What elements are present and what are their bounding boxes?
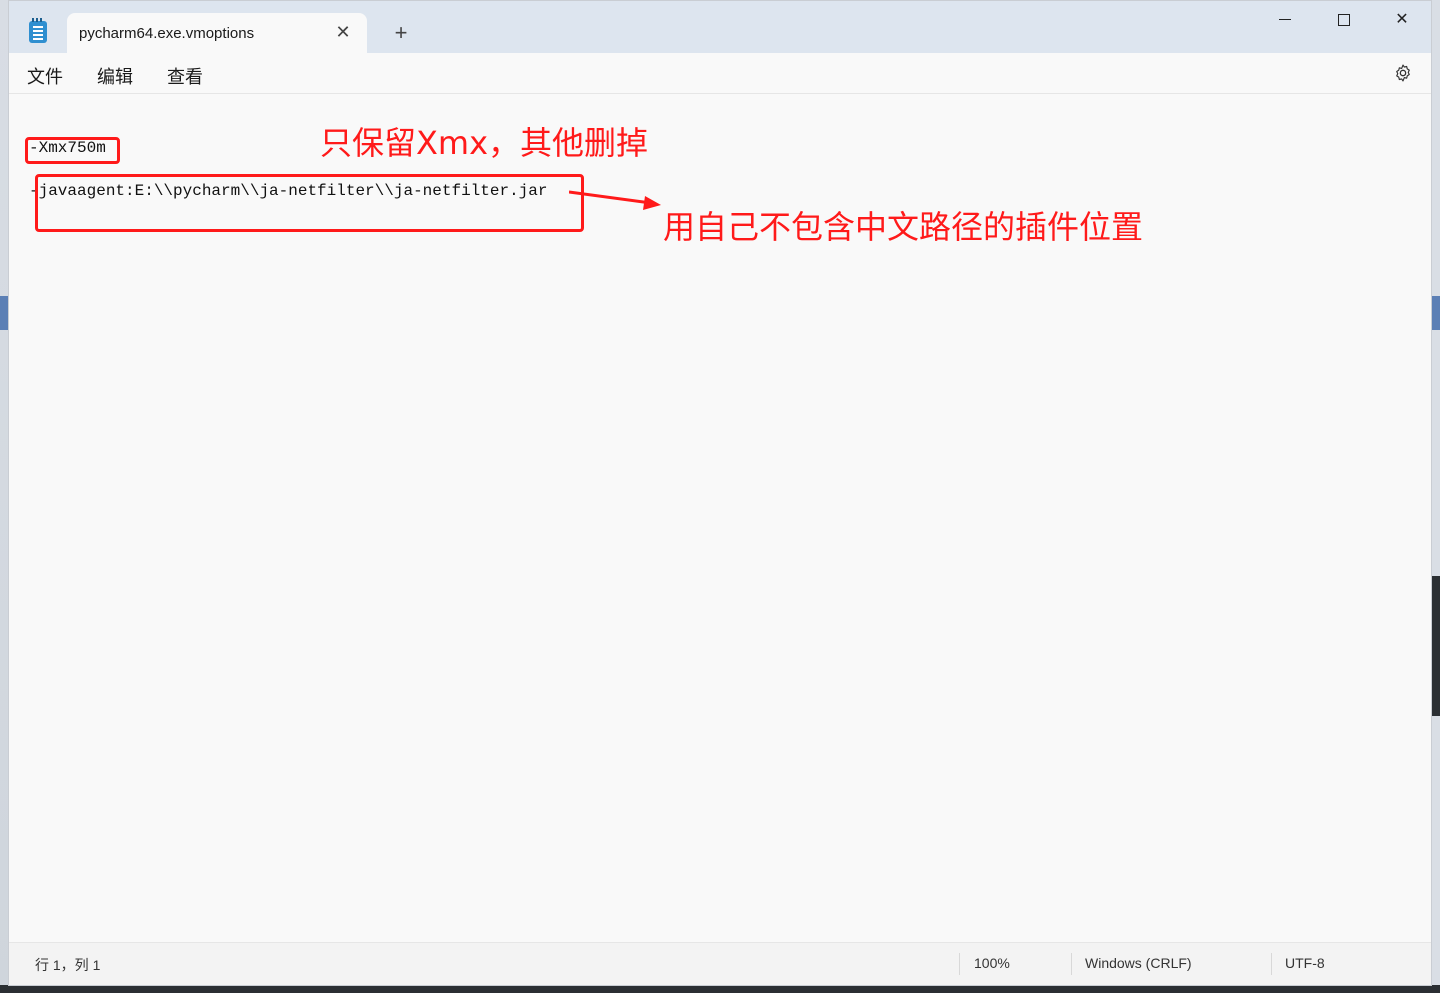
maximize-icon <box>1338 13 1350 26</box>
zoom-level[interactable]: 100% <box>974 955 1010 971</box>
notepad-app-icon <box>29 18 47 43</box>
title-bar[interactable]: pycharm64.exe.vmoptions ✕ + ✕ <box>9 1 1431 53</box>
cursor-position: 行 1，列 1 <box>35 957 101 973</box>
document-tab[interactable]: pycharm64.exe.vmoptions ✕ <box>67 13 367 53</box>
highlight-box-javaagent <box>35 174 584 232</box>
tab-title: pycharm64.exe.vmoptions <box>79 25 255 42</box>
background-left-edge <box>0 0 8 993</box>
menu-view[interactable]: 查看 <box>167 63 203 89</box>
highlight-box-xmx <box>25 137 120 164</box>
text-editor[interactable]: -Xmx750m -javaagent:E:\\pycharm\\ja-netf… <box>9 94 1431 943</box>
annotation-keep-xmx: 只保留Xmx，其他删掉 <box>320 124 649 162</box>
background-bottom-edge <box>0 985 1440 993</box>
menu-file[interactable]: 文件 <box>27 63 63 89</box>
menu-edit[interactable]: 编辑 <box>97 63 133 89</box>
maximize-button[interactable] <box>1321 7 1367 33</box>
background-right-edge <box>1432 0 1440 993</box>
status-divider <box>959 953 960 975</box>
menu-bar: 文件 编辑 查看 <box>9 53 1431 94</box>
minimize-icon <box>1279 19 1291 21</box>
tab-close-icon[interactable]: ✕ <box>333 22 353 42</box>
notepad-window: pycharm64.exe.vmoptions ✕ + ✕ 文件 编辑 查看 -… <box>8 0 1432 986</box>
background-dark-strip <box>1432 576 1440 716</box>
background-blue-strip <box>1432 296 1440 330</box>
status-bar: 行 1，列 1 100% Windows (CRLF) UTF-8 <box>9 942 1431 985</box>
annotation-plugin-path: 用自己不包含中文路径的插件位置 <box>663 208 1144 246</box>
status-divider <box>1071 953 1072 975</box>
line-ending[interactable]: Windows (CRLF) <box>1085 955 1192 971</box>
minimize-button[interactable] <box>1262 7 1308 33</box>
close-window-button[interactable]: ✕ <box>1379 7 1425 33</box>
new-tab-button[interactable]: + <box>389 21 413 45</box>
encoding[interactable]: UTF-8 <box>1285 955 1325 971</box>
background-blue-strip <box>0 296 8 330</box>
status-divider <box>1271 953 1272 975</box>
red-arrow-icon <box>569 190 661 210</box>
settings-gear-icon[interactable] <box>1393 63 1413 83</box>
